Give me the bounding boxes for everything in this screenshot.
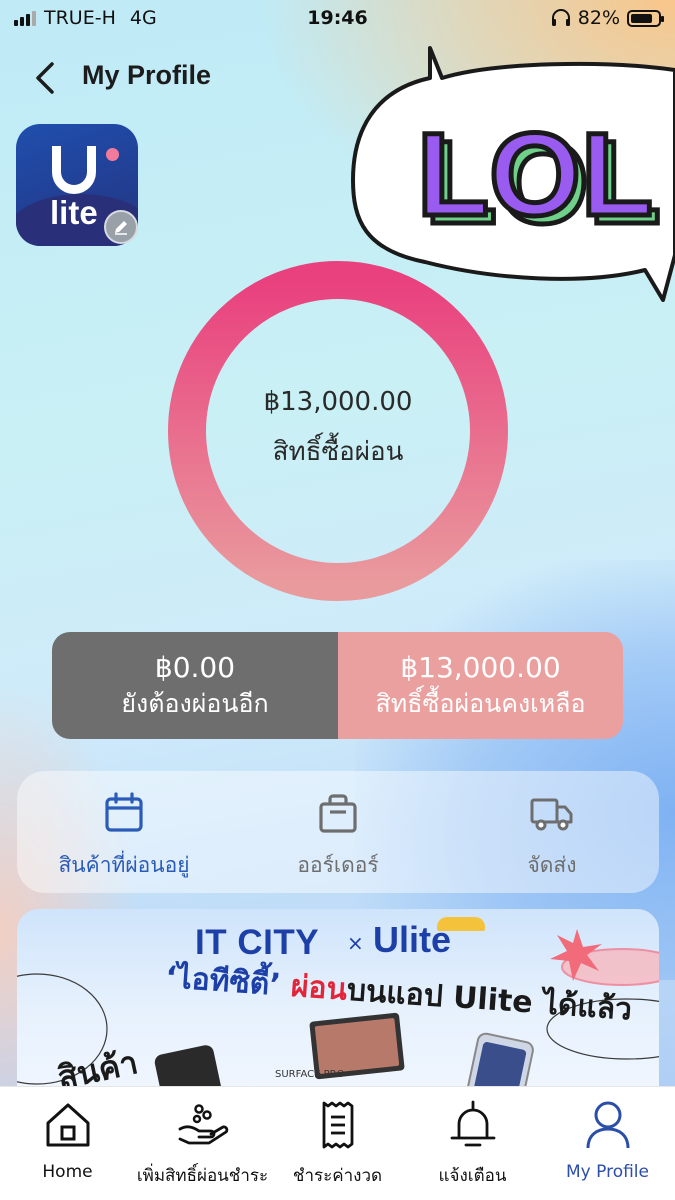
pencil-icon <box>115 221 127 235</box>
sticker-text: LOL <box>417 109 653 241</box>
tab-label: Home <box>42 1162 93 1182</box>
headphones-icon <box>551 9 570 26</box>
remaining-payment-label: ยังต้องผ่อนอีก <box>121 688 269 718</box>
bell-icon <box>450 1100 495 1147</box>
remaining-payment-panel: ฿0.00 ยังต้องผ่อนอีก <box>52 632 338 739</box>
credit-summary: ฿13,000.00 สิทธิ์ซื้อผ่อน <box>168 261 508 601</box>
action-bar: สินค้าที่ผ่อนอยู่ ออร์เดอร์ จัดส่ง <box>17 771 659 893</box>
bottom-tab-bar: Home เพิ่มสิทธิ์ผ่อนชำระ ชำระค่างวด แจ้ง… <box>0 1086 675 1200</box>
user-icon <box>586 1101 629 1149</box>
banner-brand: Ulite <box>373 919 452 960</box>
page-title: My Profile <box>82 60 212 90</box>
banner-product-caption: SURFACE PRO <box>275 1069 345 1080</box>
remaining-credit-panel: ฿13,000.00 สิทธิ์ซื้อผ่อนคงเหลือ <box>338 632 623 739</box>
action-shipping[interactable]: จัดส่ง <box>445 771 659 893</box>
receipt-icon <box>322 1101 353 1149</box>
tab-label: แจ้งเตือน <box>438 1166 507 1186</box>
banner-highlight: ผ่อน <box>289 968 349 1008</box>
status-bar: TRUE-H 4G 19:46 82% <box>0 0 675 36</box>
action-label: จัดส่ง <box>527 853 577 877</box>
banner-quote: ‘ไอทีซิตี้’ <box>164 959 282 1003</box>
tab-label: ชำระค่างวด <box>292 1166 383 1186</box>
tab-label: My Profile <box>566 1162 649 1182</box>
action-label: ออร์เดอร์ <box>297 853 379 877</box>
tab-notifications[interactable]: แจ้งเตือน <box>405 1087 540 1200</box>
credit-amount: ฿13,000.00 <box>263 386 413 417</box>
battery-percent: 82% <box>577 7 620 29</box>
back-button[interactable] <box>28 56 68 100</box>
tab-home[interactable]: Home <box>0 1087 135 1200</box>
logo-text: lite <box>50 194 98 231</box>
remaining-credit-amount: ฿13,000.00 <box>400 650 561 684</box>
battery-icon <box>627 9 664 27</box>
action-orders[interactable]: ออร์เดอร์ <box>231 771 445 893</box>
status-right: 82% <box>551 7 664 29</box>
calendar-icon <box>105 792 143 832</box>
edit-avatar-button[interactable] <box>104 210 138 244</box>
truck-icon <box>530 798 573 831</box>
tab-pay-installment[interactable]: ชำระค่างวด <box>270 1087 405 1200</box>
logo-u-mark <box>52 146 96 194</box>
tab-add-credit[interactable]: เพิ่มสิทธิ์ผ่อนชำระ <box>135 1087 270 1200</box>
credit-label: สิทธิ์ซื้อผ่อน <box>272 436 404 467</box>
tab-my-profile[interactable]: My Profile <box>540 1087 675 1200</box>
remaining-credit-label: สิทธิ์ซื้อผ่อนคงเหลือ <box>375 688 586 718</box>
balance-split-card: ฿0.00 ยังต้องผ่อนอีก ฿13,000.00 สิทธิ์ซื… <box>52 632 623 739</box>
logo-dot <box>106 148 119 161</box>
home-icon <box>46 1103 89 1147</box>
chevron-left-icon <box>36 62 54 94</box>
action-label: สินค้าที่ผ่อนอยู่ <box>58 853 190 877</box>
tab-label: เพิ่มสิทธิ์ผ่อนชำระ <box>136 1166 269 1186</box>
bag-icon <box>319 794 357 833</box>
action-installment-products[interactable]: สินค้าที่ผ่อนอยู่ <box>17 771 231 893</box>
banner-times: × <box>347 931 364 955</box>
remaining-payment-amount: ฿0.00 <box>154 650 236 684</box>
hand-coins-icon <box>178 1104 228 1145</box>
